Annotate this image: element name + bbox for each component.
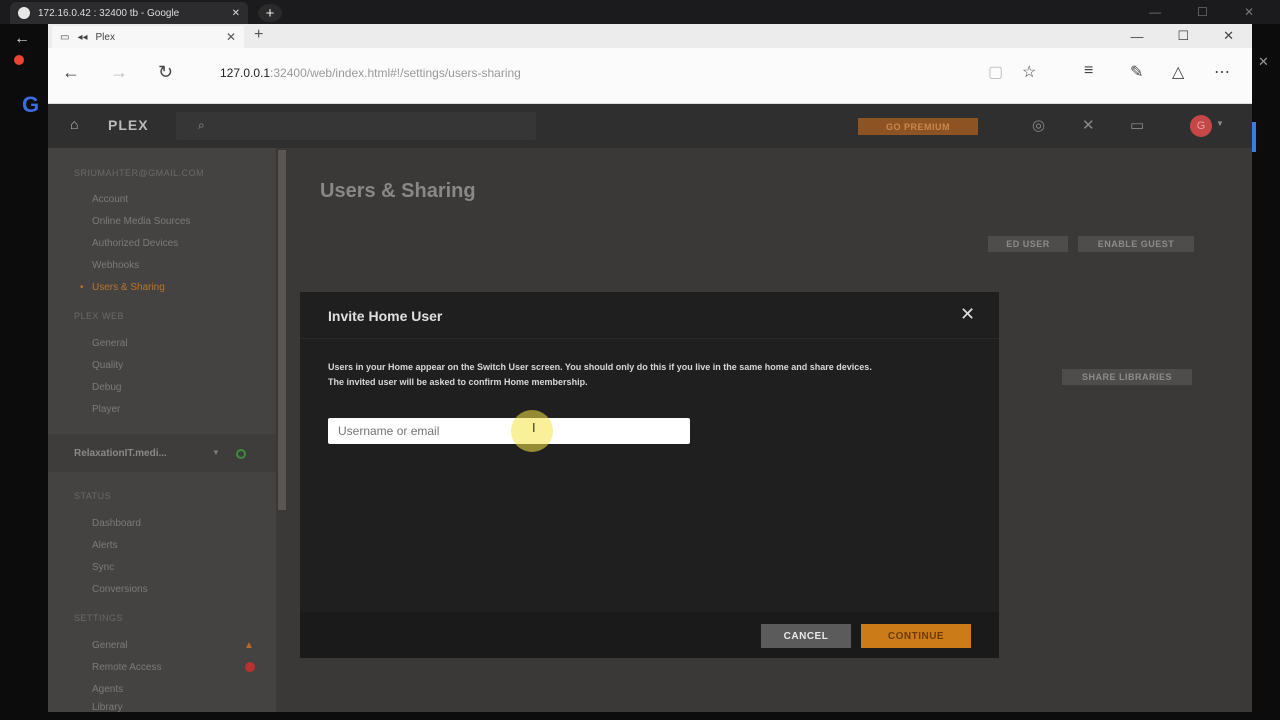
outer-close-icon[interactable]: ✕ bbox=[1244, 5, 1254, 19]
outer-window-controls: — ☐ ✕ bbox=[1149, 0, 1280, 24]
edge-tab-title: Plex bbox=[95, 31, 115, 43]
invite-home-user-modal: Invite Home User ✕ Users in your Home ap… bbox=[300, 292, 999, 658]
sidebar-scrollbar[interactable] bbox=[276, 148, 288, 712]
page-title: Users & Sharing bbox=[320, 180, 476, 202]
settings-tools-icon[interactable]: ✕ bbox=[1082, 116, 1095, 134]
chrome-favicon-icon bbox=[18, 7, 30, 19]
more-menu-icon[interactable]: ⋯ bbox=[1214, 62, 1230, 82]
edge-minimize-icon[interactable]: — bbox=[1130, 29, 1143, 44]
edge-new-tab-button[interactable]: + bbox=[254, 26, 263, 44]
tab-page-icon: ▭ bbox=[60, 31, 70, 43]
sidebar-item-general[interactable]: General bbox=[92, 338, 128, 349]
sidebar-item-conversions[interactable]: Conversions bbox=[92, 584, 148, 595]
warning-icon: ▲ bbox=[244, 640, 254, 651]
hub-icon[interactable]: ≡ bbox=[1084, 62, 1093, 80]
modal-description-line1: Users in your Home appear on the Switch … bbox=[328, 362, 872, 372]
url-path: :32400/web/index.html#!/settings/users-s… bbox=[270, 66, 521, 80]
forward-arrow-icon[interactable]: → bbox=[110, 62, 128, 83]
enable-guest-button[interactable]: ENABLE GUEST bbox=[1078, 236, 1194, 252]
server-name: RelaxationIT.medi... bbox=[74, 448, 167, 459]
refresh-icon[interactable]: ↻ bbox=[158, 62, 173, 83]
chevron-down-icon[interactable]: ▼ bbox=[1216, 119, 1224, 128]
sidebar-item-remote-access[interactable]: Remote Access bbox=[92, 662, 161, 673]
sidebar-item-users-sharing[interactable]: Users & Sharing bbox=[92, 282, 165, 293]
managed-user-button[interactable]: ED USER bbox=[988, 236, 1068, 252]
home-icon[interactable]: ⌂ bbox=[70, 116, 78, 132]
google-logo-icon: G bbox=[22, 92, 40, 117]
outer-maximize-icon[interactable]: ☐ bbox=[1197, 5, 1208, 19]
activity-icon[interactable]: ◎ bbox=[1032, 116, 1045, 134]
tab-audio-icon: ◂◂ bbox=[77, 31, 88, 43]
cast-icon[interactable]: ▭ bbox=[1130, 116, 1144, 134]
active-indicator-icon: • bbox=[80, 282, 84, 293]
outer-minimize-icon[interactable]: — bbox=[1149, 5, 1161, 19]
sidebar-item-dashboard[interactable]: Dashboard bbox=[92, 518, 141, 529]
modal-description-line2: The invited user will be asked to confir… bbox=[328, 377, 588, 387]
sidebar-item-player[interactable]: Player bbox=[92, 404, 120, 415]
text-cursor-icon: I bbox=[532, 420, 536, 435]
outer-back-arrow-icon[interactable]: ← bbox=[14, 30, 30, 48]
plex-logo[interactable]: PLEX bbox=[108, 117, 149, 133]
sidebar-item-online-media-sources[interactable]: Online Media Sources bbox=[92, 216, 190, 227]
sidebar-account-email: SRIUMAHTER@GMAIL.COM bbox=[74, 168, 205, 178]
outer-tab-close-icon[interactable]: ✕ bbox=[232, 8, 240, 19]
url-field[interactable]: 127.0.0.1:32400/web/index.html#!/setting… bbox=[220, 66, 521, 80]
sidebar-item-debug[interactable]: Debug bbox=[92, 382, 121, 393]
sidebar-item-authorized-devices[interactable]: Authorized Devices bbox=[92, 238, 178, 249]
cancel-button[interactable]: CANCEL bbox=[761, 624, 851, 648]
server-status-icon bbox=[236, 449, 246, 459]
sidebar-item-alerts[interactable]: Alerts bbox=[92, 540, 118, 551]
back-arrow-icon[interactable]: ← bbox=[62, 62, 80, 83]
edge-maximize-icon[interactable]: ☐ bbox=[1177, 28, 1189, 44]
sidebar-item-settings-general[interactable]: General bbox=[92, 640, 128, 651]
sidebar-header-settings: SETTINGS bbox=[74, 613, 124, 623]
share-libraries-button[interactable]: SHARE LIBRARIES bbox=[1062, 369, 1192, 385]
edge-tab-plex[interactable]: ▭ ◂◂ Plex ✕ bbox=[52, 26, 244, 48]
modal-title: Invite Home User bbox=[328, 308, 443, 324]
edge-tabbar: ▭ ◂◂ Plex ✕ + — ☐ ✕ bbox=[48, 24, 1252, 48]
sidebar-item-webhooks[interactable]: Webhooks bbox=[92, 260, 139, 271]
web-note-icon[interactable]: ✎ bbox=[1130, 62, 1143, 82]
share-icon[interactable]: △ bbox=[1172, 62, 1184, 82]
continue-button[interactable]: CONTINUE bbox=[861, 624, 971, 648]
reading-view-icon[interactable]: ▢ bbox=[988, 62, 1003, 82]
edge-tab-close-icon[interactable]: ✕ bbox=[226, 30, 236, 44]
search-input[interactable] bbox=[176, 112, 536, 140]
edge-address-bar: ← → ↻ 127.0.0.1:32400/web/index.html#!/s… bbox=[48, 48, 1252, 104]
edge-window-controls: — ☐ ✕ bbox=[1130, 24, 1252, 48]
outer-bookmark-icon[interactable] bbox=[14, 55, 24, 65]
outer-new-tab-button[interactable]: + bbox=[258, 4, 282, 22]
sidebar-header-plex-web: PLEX WEB bbox=[74, 311, 125, 321]
username-email-input[interactable] bbox=[328, 418, 690, 444]
outer-blue-accent bbox=[1252, 122, 1256, 152]
outer-browser-right-strip: ✕ bbox=[1252, 24, 1280, 720]
outer-browser-tab[interactable]: 172.16.0.42 : 32400 tb - Google ✕ bbox=[10, 2, 248, 24]
outer-browser-tabbar: 172.16.0.42 : 32400 tb - Google ✕ + — ☐ … bbox=[0, 0, 1280, 24]
edge-close-icon[interactable]: ✕ bbox=[1223, 28, 1234, 44]
search-icon: ⌕ bbox=[198, 118, 205, 132]
url-host: 127.0.0.1 bbox=[220, 66, 271, 80]
outer-page-close-icon[interactable]: ✕ bbox=[1258, 54, 1269, 70]
sidebar-item-quality[interactable]: Quality bbox=[92, 360, 123, 371]
sidebar-item-library[interactable]: Library bbox=[92, 702, 123, 712]
modal-close-icon[interactable]: ✕ bbox=[960, 304, 975, 325]
outer-browser-left-strip bbox=[0, 24, 48, 720]
server-chevron-down-icon[interactable]: ▼ bbox=[212, 448, 220, 457]
sidebar-item-account[interactable]: Account bbox=[92, 194, 128, 205]
go-premium-button[interactable]: GO PREMIUM bbox=[858, 118, 978, 135]
outer-tab-title: 172.16.0.42 : 32400 tb - Google bbox=[38, 7, 180, 19]
error-icon bbox=[245, 662, 255, 672]
sidebar-header-status: STATUS bbox=[74, 491, 112, 501]
edge-browser-window: ▭ ◂◂ Plex ✕ + — ☐ ✕ ← → ↻ 127.0.0.1:3240… bbox=[48, 24, 1252, 712]
modal-description: Users in your Home appear on the Switch … bbox=[328, 360, 968, 390]
scrollbar-thumb[interactable] bbox=[278, 150, 286, 510]
modal-divider bbox=[300, 338, 999, 339]
sidebar-item-agents[interactable]: Agents bbox=[92, 684, 123, 695]
settings-sidebar bbox=[48, 148, 276, 712]
plex-app: ⌂ PLEX ⌕ GO PREMIUM ◎ ✕ ▭ G ▼ SRIUMAHTER… bbox=[48, 104, 1252, 712]
avatar[interactable]: G bbox=[1190, 115, 1212, 137]
favorite-star-icon[interactable]: ☆ bbox=[1022, 62, 1036, 82]
sidebar-item-sync[interactable]: Sync bbox=[92, 562, 114, 573]
